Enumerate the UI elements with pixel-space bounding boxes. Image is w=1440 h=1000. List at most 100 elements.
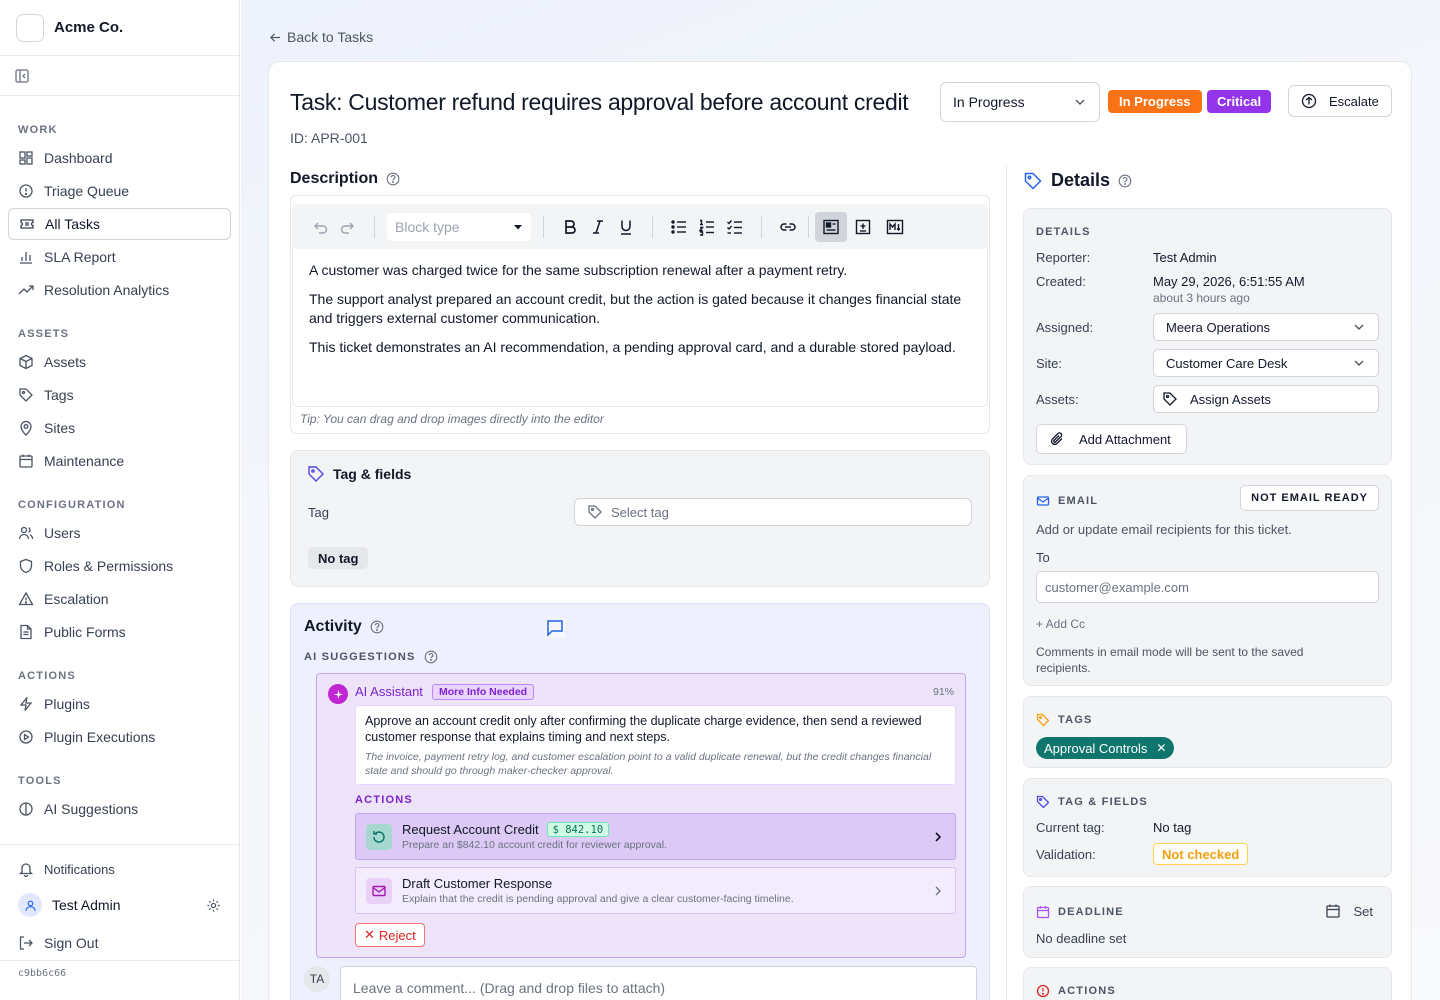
sidebar-item-sites[interactable]: Sites: [8, 412, 231, 444]
sidebar-toggle-icon[interactable]: [14, 68, 30, 84]
editor-content[interactable]: A customer was charged twice for the sam…: [292, 249, 988, 407]
assignee-select[interactable]: Meera Operations: [1153, 313, 1379, 341]
reporter-key: Reporter:: [1036, 250, 1091, 265]
sidebar-item-plugins[interactable]: Plugins: [8, 688, 231, 720]
help-circle-icon[interactable]: [424, 650, 438, 664]
assets-key: Assets:: [1036, 392, 1079, 407]
avatar: [18, 893, 42, 917]
reject-button[interactable]: ✕ Reject: [355, 923, 425, 947]
priority-badge: Critical: [1207, 90, 1272, 113]
sidebar-item-users[interactable]: Users: [8, 517, 231, 549]
block-type-select[interactable]: Block type: [387, 212, 531, 241]
sidebar-item-notifications[interactable]: Notifications: [8, 853, 231, 885]
ai-assistant-name: AI Assistant: [355, 684, 423, 699]
undo-icon: [314, 222, 328, 234]
description-title: Description: [290, 170, 379, 187]
italic-button[interactable]: [584, 212, 612, 242]
insert-block-button[interactable]: [847, 212, 879, 242]
section-label-assets: ASSETS: [18, 328, 70, 340]
remove-tag-icon[interactable]: ✕: [1156, 741, 1166, 755]
markdown-button[interactable]: [879, 212, 911, 242]
sidebar-item-sla-report[interactable]: SLA Report: [8, 241, 231, 273]
ai-suggestions-label: AI SUGGESTIONS: [304, 650, 438, 664]
ai-assistant-avatar: [328, 684, 348, 704]
sidebar-item-label: Dashboard: [44, 150, 113, 166]
sidebar-item-tags[interactable]: Tags: [8, 379, 231, 411]
brand[interactable]: Acme Co.: [0, 0, 239, 56]
email-to-label: To: [1036, 550, 1050, 565]
email-to-field[interactable]: customer@example.com: [1036, 571, 1379, 603]
created-key: Created:: [1036, 274, 1086, 289]
log-out-icon: [19, 936, 33, 950]
dashboard-icon: [19, 151, 33, 165]
tags-panel: TAGS Approval Controls ✕: [1023, 696, 1392, 768]
sidebar-item-public-forms[interactable]: Public Forms: [8, 616, 231, 648]
sidebar-item-resolution-analytics[interactable]: Resolution Analytics: [8, 274, 231, 306]
action-title-text: Draft Customer Response: [402, 876, 553, 891]
underline-button[interactable]: [612, 212, 640, 242]
calendar-icon: [1036, 906, 1050, 919]
play-circle-icon: [19, 730, 33, 744]
sidebar-item-maintenance[interactable]: Maintenance: [8, 445, 231, 477]
help-circle-icon[interactable]: [370, 620, 384, 634]
image-button[interactable]: [815, 211, 847, 242]
site-select[interactable]: Customer Care Desk: [1153, 349, 1379, 377]
sidebar-item-triage-queue[interactable]: Triage Queue: [8, 175, 231, 207]
action-request-account-credit[interactable]: Request Account Credit $ 842.10 Prepare …: [355, 813, 956, 860]
validation-key: Validation:: [1036, 847, 1096, 862]
status-select-value: In Progress: [953, 94, 1025, 110]
checklist-button[interactable]: [721, 212, 749, 242]
sidebar-item-plugin-executions[interactable]: Plugin Executions: [8, 721, 231, 753]
tags-label-text: TAGS: [1058, 714, 1093, 726]
back-to-tasks-link[interactable]: Back to Tasks: [269, 29, 373, 45]
redo-button[interactable]: [334, 212, 362, 242]
tag-icon: [1163, 392, 1177, 406]
add-attachment-button[interactable]: Add Attachment: [1036, 424, 1187, 454]
arrow-up-circle-icon: [1301, 93, 1317, 109]
toolbar-separator: [543, 215, 544, 238]
chevron-down-icon: [1075, 99, 1085, 105]
add-cc-button[interactable]: + Add Cc: [1036, 617, 1085, 631]
sidebar-item-all-tasks[interactable]: All Tasks: [8, 208, 231, 240]
help-circle-icon[interactable]: [1118, 174, 1132, 188]
sidebar-item-ai-suggestions[interactable]: AI Suggestions: [8, 793, 231, 825]
set-deadline-label: Set: [1353, 903, 1373, 919]
checklist-icon: [727, 219, 742, 234]
user-icon: [24, 900, 36, 911]
tag-select-placeholder: Select tag: [611, 504, 669, 520]
link-button[interactable]: [774, 212, 802, 242]
chevron-down-icon: [1354, 360, 1364, 366]
shield-icon: [19, 558, 33, 574]
email-label-text: EMAIL: [1058, 495, 1099, 507]
set-deadline-button[interactable]: Set: [1325, 903, 1373, 919]
sidebar-item-escalation[interactable]: Escalation: [8, 583, 231, 615]
activity-title: Activity: [304, 618, 362, 635]
sidebar-item-label: All Tasks: [45, 216, 100, 232]
description-heading: Description: [290, 170, 400, 188]
numbered-list-button[interactable]: [693, 212, 721, 242]
tag-select[interactable]: Select tag: [574, 498, 972, 526]
sidebar-item-label: Roles & Permissions: [44, 558, 174, 574]
action-draft-customer-response[interactable]: Draft Customer Response Explain that the…: [355, 867, 956, 914]
bullet-list-button[interactable]: [665, 212, 693, 242]
sign-out-button[interactable]: Sign Out: [8, 927, 231, 959]
description-paragraph: This ticket demonstrates an AI recommend…: [309, 339, 956, 355]
bold-button[interactable]: [556, 212, 584, 242]
email-description: Add or update email recipients for this …: [1036, 522, 1292, 537]
help-circle-icon[interactable]: [386, 172, 400, 186]
comment-input[interactable]: Leave a comment... (Drag and drop files …: [340, 966, 977, 1000]
gear-icon[interactable]: [206, 898, 221, 913]
status-select[interactable]: In Progress: [940, 82, 1100, 122]
deadline-label: DEADLINE: [1036, 905, 1124, 919]
toolbar-separator: [808, 215, 809, 238]
sidebar-item-dashboard[interactable]: Dashboard: [8, 142, 231, 174]
tag-chip[interactable]: Approval Controls ✕: [1036, 737, 1175, 759]
link-icon: [780, 222, 796, 231]
escalate-button[interactable]: Escalate: [1288, 85, 1392, 117]
bold-icon: [565, 219, 576, 234]
sidebar-item-assets[interactable]: Assets: [8, 346, 231, 378]
assign-assets-button[interactable]: Assign Assets: [1153, 385, 1379, 413]
sidebar-item-roles-permissions[interactable]: Roles & Permissions: [8, 550, 231, 582]
undo-button[interactable]: [306, 212, 334, 242]
user-profile[interactable]: Test Admin: [8, 887, 231, 923]
